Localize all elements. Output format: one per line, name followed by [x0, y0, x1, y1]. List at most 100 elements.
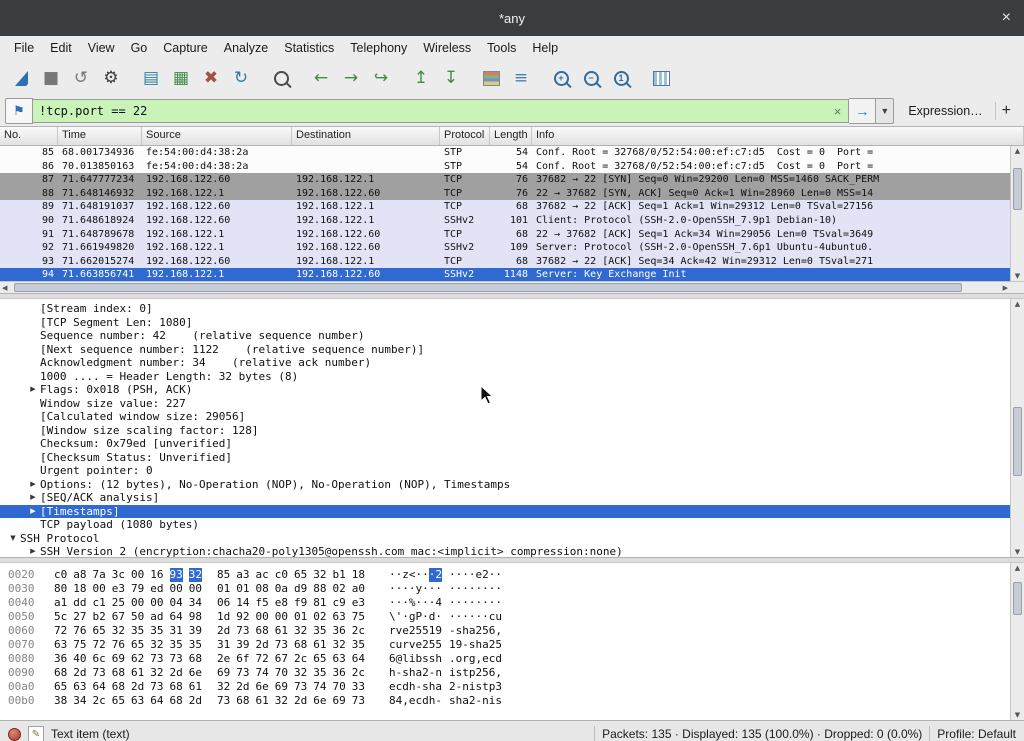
hex-byte[interactable]: f9: [294, 596, 307, 610]
capture-options-button[interactable]: ⚙: [96, 64, 126, 92]
go-to-top-button[interactable]: ↥: [406, 64, 436, 92]
hex-byte[interactable]: 68: [170, 680, 183, 694]
hex-byte[interactable]: a8: [73, 568, 86, 582]
hex-byte[interactable]: 00: [150, 596, 163, 610]
expand-down-icon[interactable]: ▼: [6, 532, 20, 546]
hex-byte[interactable]: 63: [54, 638, 67, 652]
menu-view[interactable]: View: [80, 38, 123, 58]
hex-row-00b0[interactable]: 00b038342c656364682d736861322d6e697384,e…: [0, 694, 1010, 708]
hex-byte[interactable]: 73: [275, 638, 288, 652]
hex-byte[interactable]: 06: [217, 596, 230, 610]
go-to-bottom-button[interactable]: ↧: [436, 64, 466, 92]
hex-byte[interactable]: 01: [236, 582, 249, 596]
hex-row-0070[interactable]: 0070637572766532353531392d7368613235curv…: [0, 638, 1010, 652]
expand-right-icon[interactable]: ▶: [26, 505, 40, 519]
hex-byte[interactable]: 67: [112, 610, 125, 624]
detail-line[interactable]: [Checksum Status: Unverified]: [0, 451, 1010, 465]
hex-byte[interactable]: 2d: [189, 694, 202, 708]
menu-file[interactable]: File: [6, 38, 42, 58]
detail-line[interactable]: ▼SSH Protocol: [0, 532, 1010, 546]
hex-byte[interactable]: 2d: [217, 624, 230, 638]
hex-byte[interactable]: 33: [352, 680, 365, 694]
hex-byte[interactable]: 02: [313, 610, 326, 624]
hex-byte[interactable]: 68: [189, 652, 202, 666]
hex-byte[interactable]: 73: [217, 694, 230, 708]
hex-byte[interactable]: 2d: [256, 638, 269, 652]
detail-line[interactable]: ▶SSH Version 2 (encryption:chacha20-poly…: [0, 545, 1010, 557]
menu-statistics[interactable]: Statistics: [276, 38, 342, 58]
hex-byte[interactable]: e8: [275, 596, 288, 610]
hex-byte[interactable]: 73: [170, 652, 183, 666]
go-to-packet-button[interactable]: ↪: [366, 64, 396, 92]
hex-byte[interactable]: 7a: [93, 568, 106, 582]
menu-tools[interactable]: Tools: [479, 38, 524, 58]
zoom-out-button[interactable]: −: [576, 64, 606, 92]
detail-line[interactable]: ▶[SEQ/ACK analysis]: [0, 491, 1010, 505]
hex-byte[interactable]: 32: [294, 624, 307, 638]
hex-byte[interactable]: c1: [93, 596, 106, 610]
hex-byte[interactable]: 36: [54, 652, 67, 666]
hex-byte[interactable]: 74: [313, 680, 326, 694]
hex-byte[interactable]: 00: [131, 596, 144, 610]
hex-byte[interactable]: 32: [275, 694, 288, 708]
find-packet-button[interactable]: [266, 64, 296, 92]
scroll-up-icon[interactable]: ▲: [1011, 299, 1024, 309]
hex-byte[interactable]: 39: [236, 638, 249, 652]
resize-columns-button[interactable]: [646, 64, 676, 92]
bytes-vertical-scrollbar[interactable]: ▲ ▼: [1010, 563, 1024, 720]
hex-byte[interactable]: 69: [275, 680, 288, 694]
hex-byte[interactable]: 61: [131, 666, 144, 680]
packet-row-92[interactable]: 9271.661949820192.168.122.1192.168.122.6…: [0, 241, 1010, 255]
colorize-packets-button[interactable]: [476, 64, 506, 92]
scrollbar-thumb[interactable]: [1013, 168, 1022, 211]
packet-row-91[interactable]: 9171.648789678192.168.122.1192.168.122.6…: [0, 228, 1010, 242]
hex-byte[interactable]: f5: [256, 596, 269, 610]
hex-byte[interactable]: 2d: [294, 694, 307, 708]
hex-byte[interactable]: 02: [333, 582, 346, 596]
hex-byte[interactable]: 6f: [236, 652, 249, 666]
hex-byte[interactable]: 50: [131, 610, 144, 624]
detail-line[interactable]: ▶Options: (12 bytes), No-Operation (NOP)…: [0, 478, 1010, 492]
hex-byte[interactable]: 79: [131, 582, 144, 596]
hex-byte[interactable]: 63: [333, 610, 346, 624]
hex-byte[interactable]: 70: [275, 666, 288, 680]
expand-right-icon[interactable]: ▶: [26, 383, 40, 397]
menu-go[interactable]: Go: [123, 38, 156, 58]
hex-byte[interactable]: 32: [333, 638, 346, 652]
menu-telephony[interactable]: Telephony: [342, 38, 415, 58]
hex-byte[interactable]: 2e: [217, 652, 230, 666]
scrollbar-thumb[interactable]: [1013, 582, 1022, 615]
hex-byte[interactable]: 01: [294, 610, 307, 624]
column-header-dst[interactable]: Destination: [292, 127, 440, 145]
hex-byte[interactable]: 73: [150, 680, 163, 694]
detail-line[interactable]: Sequence number: 42 (relative sequence n…: [0, 329, 1010, 343]
title-bar[interactable]: *any ×: [0, 0, 1024, 36]
hex-byte[interactable]: c0: [275, 568, 288, 582]
hex-byte[interactable]: 68: [236, 694, 249, 708]
packet-row-90[interactable]: 9071.648618924192.168.122.60192.168.122.…: [0, 214, 1010, 228]
hex-byte[interactable]: 35: [313, 624, 326, 638]
hex-byte[interactable]: 6e: [189, 666, 202, 680]
hex-byte[interactable]: e3: [352, 596, 365, 610]
hex-byte[interactable]: 92: [236, 610, 249, 624]
detail-line[interactable]: [TCP Segment Len: 1080]: [0, 316, 1010, 330]
hex-byte[interactable]: 76: [112, 638, 125, 652]
scrollbar-thumb[interactable]: [14, 283, 962, 292]
hex-byte[interactable]: 65: [131, 638, 144, 652]
hex-byte[interactable]: dd: [73, 596, 86, 610]
hex-byte[interactable]: 72: [54, 624, 67, 638]
details-vertical-scrollbar[interactable]: ▲ ▼: [1010, 299, 1024, 557]
hex-byte[interactable]: 35: [189, 638, 202, 652]
hex-byte[interactable]: 68: [112, 666, 125, 680]
hex-byte[interactable]: 98: [189, 610, 202, 624]
hex-byte[interactable]: 64: [93, 680, 106, 694]
column-header-no[interactable]: No.: [0, 127, 58, 145]
detail-line[interactable]: [Stream index: 0]: [0, 302, 1010, 316]
column-header-src[interactable]: Source: [142, 127, 292, 145]
scroll-right-icon[interactable]: ▶: [1003, 283, 1008, 293]
expand-right-icon[interactable]: ▶: [26, 545, 40, 557]
hex-byte[interactable]: 61: [189, 680, 202, 694]
column-header-time[interactable]: Time: [58, 127, 142, 145]
filter-dropdown-icon[interactable]: ▼: [876, 98, 894, 124]
detail-line[interactable]: TCP payload (1080 bytes): [0, 518, 1010, 532]
